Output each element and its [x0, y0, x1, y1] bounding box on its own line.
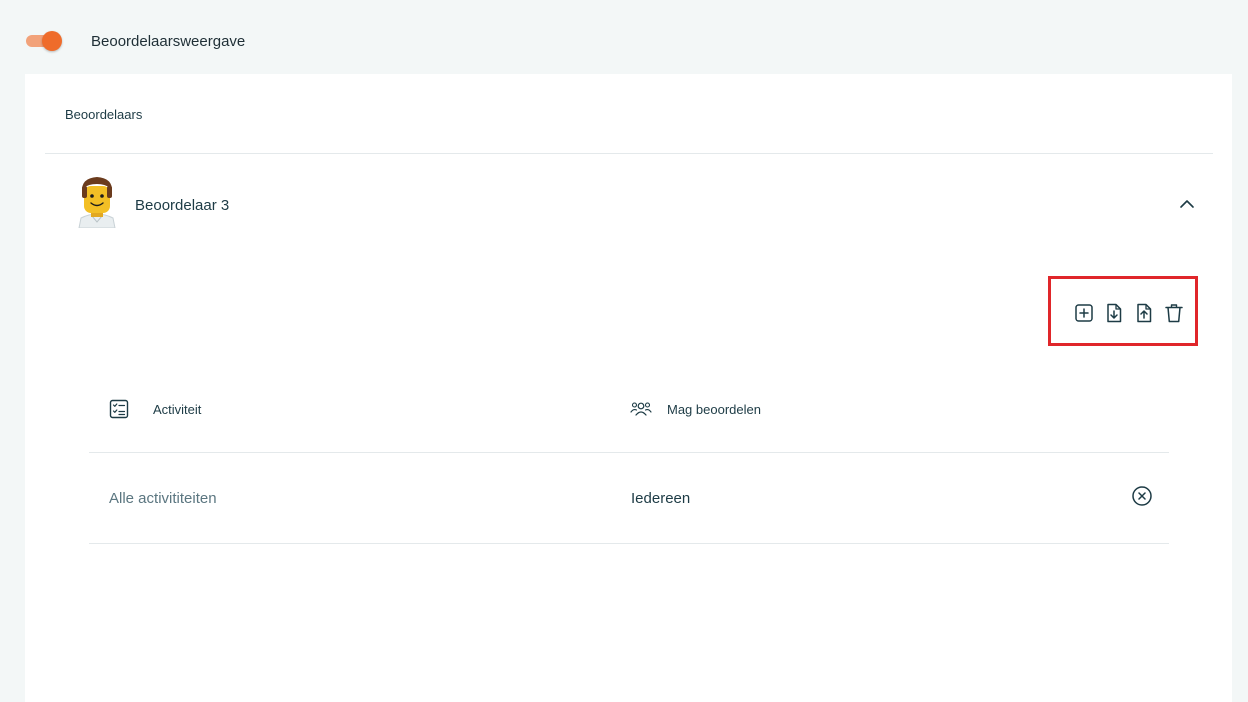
trash-icon — [1165, 304, 1183, 323]
file-download-icon — [1107, 303, 1122, 323]
download-button[interactable] — [1103, 302, 1125, 324]
top-bar: Beoordelaarsweergave — [0, 0, 1248, 74]
add-button[interactable] — [1073, 302, 1095, 324]
action-toolbar — [1048, 276, 1198, 346]
avatar — [75, 174, 119, 229]
checklist-icon — [109, 399, 129, 419]
chevron-up-icon[interactable] — [1178, 195, 1196, 213]
column-header-label: Activiteit — [153, 401, 202, 417]
column-header-label: Mag beoordelen — [667, 401, 761, 417]
close-circle-icon — [1132, 486, 1152, 506]
remove-row-button[interactable] — [1131, 485, 1153, 507]
table-row: Alle activititeiten Iedereen — [89, 453, 1169, 544]
reviewers-card: Beoordelaars Beoordelaar 3 Activiteit Ma… — [25, 74, 1232, 702]
activity-cell: Alle activititeiten — [109, 490, 217, 507]
plus-square-icon — [1075, 304, 1093, 322]
column-header-activity: Activiteit — [109, 399, 201, 419]
delete-button[interactable] — [1163, 302, 1185, 324]
section-title: Beoordelaars — [65, 107, 143, 122]
column-header-assessable: Mag beoordelen — [630, 399, 761, 419]
users-icon — [630, 399, 652, 419]
reviewer-name: Beoordelaar 3 — [135, 197, 230, 214]
reviewer-view-toggle[interactable] — [26, 31, 62, 51]
assessable-cell: Iedereen — [631, 490, 691, 507]
toggle-knob — [42, 31, 62, 51]
reviewer-accordion-header[interactable]: Beoordelaar 3 — [45, 154, 1213, 254]
toggle-label: Beoordelaarsweergave — [91, 33, 246, 50]
file-upload-icon — [1137, 303, 1152, 323]
assessment-table: Activiteit Mag beoordelen Alle activitit… — [89, 374, 1169, 544]
table-header: Activiteit Mag beoordelen — [89, 374, 1169, 453]
upload-button[interactable] — [1133, 302, 1155, 324]
